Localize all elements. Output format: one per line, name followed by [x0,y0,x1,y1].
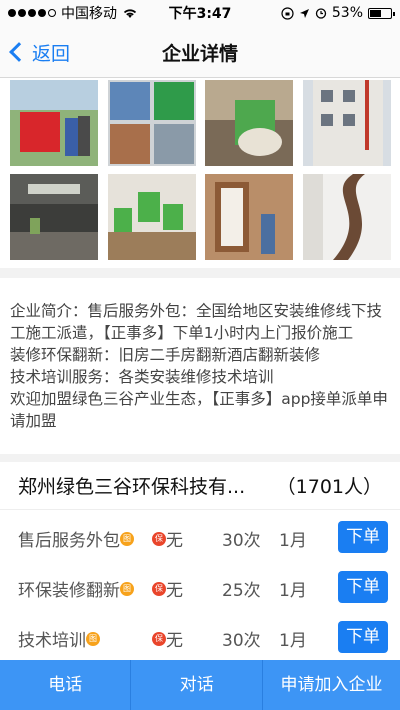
member-count: （1701人） [276,476,382,498]
battery-fill [370,9,381,17]
image-badge-icon: 图 [86,632,100,646]
photo-thumbnail[interactable] [205,80,293,166]
battery-percent: 53% [331,5,363,21]
company-card: 郑州绿色三谷环保科技有... （1701人） 售后服务外包图 保无 30次 1月… [0,462,400,662]
photo-thumbnail[interactable] [205,174,293,260]
image-badge-icon: 图 [120,582,134,596]
photo-thumbnail[interactable] [10,80,98,166]
service-guarantee: 保无 [152,526,183,551]
order-button[interactable]: 下单 [338,521,388,553]
signal-icon [8,9,56,17]
company-intro: 企业简介：售后服务外包：全国给地区安装维修线下技工施工派遣，【正事多】下单1小时… [0,278,400,454]
photo-thumbnail[interactable] [10,174,98,260]
service-name: 售后服务外包图 [18,526,134,551]
chat-button[interactable]: 对话 [131,660,263,710]
company-name: 郑州绿色三谷环保科技有... [18,476,246,498]
rotation-lock-icon [281,6,294,20]
photo-thumbnail[interactable] [303,174,391,260]
status-bar: 中国移动 下午3:47 53% [0,0,400,26]
service-count: 30次 [222,531,261,551]
service-guarantee: 保无 [152,626,183,651]
status-right: 53% [281,5,395,21]
photo-thumbnail[interactable] [108,80,196,166]
image-badge-icon: 图 [120,532,134,546]
location-arrow-icon [299,8,309,18]
order-button[interactable]: 下单 [338,571,388,603]
nav-bar: 返回 企业详情 [0,26,400,78]
guarantee-badge-icon: 保 [152,632,166,646]
carrier-label: 中国移动 [61,6,117,22]
guarantee-badge-icon: 保 [152,582,166,596]
bottom-action-bar: 电话 对话 申请加入企业 [0,660,400,710]
phone-button[interactable]: 电话 [0,660,132,710]
photo-thumbnail[interactable] [303,80,391,166]
service-period: 1月 [279,581,307,601]
intro-line: 装修环保翻新：旧房二手房翻新酒店翻新装修 [10,346,321,364]
service-row: 技术培训图 保无 30次 1月 下单 [0,612,400,662]
service-row: 环保装修翻新图 保无 25次 1月 下单 [0,562,400,612]
service-guarantee: 保无 [152,576,183,601]
intro-line: 欢迎加盟绿色三谷产业生态，【正事多】app接单派单申请加盟 [10,390,388,430]
battery-icon [368,7,395,19]
guarantee-badge-icon: 保 [152,532,166,546]
photo-gallery [0,78,400,268]
service-period: 1月 [279,531,307,551]
service-row: 售后服务外包图 保无 30次 1月 下单 [0,512,400,562]
wifi-icon [123,9,137,18]
status-left: 中国移动 [8,3,138,23]
service-count: 30次 [222,631,261,651]
company-header[interactable]: 郑州绿色三谷环保科技有... （1701人） [0,462,400,510]
service-count: 25次 [222,581,261,601]
service-name: 技术培训图 [18,626,100,651]
intro-line: 企业简介：售后服务外包：全国给地区安装维修线下技工施工派遣，【正事多】下单1小时… [10,302,383,342]
page-title: 企业详情 [161,43,238,65]
service-name: 环保装修翻新图 [18,576,134,601]
photo-thumbnail[interactable] [108,174,196,260]
join-company-button[interactable]: 申请加入企业 [263,660,400,710]
intro-line: 技术培训服务：各类安装维修技术培训 [10,368,274,386]
order-button[interactable]: 下单 [338,621,388,653]
alarm-icon [315,8,327,19]
service-period: 1月 [279,631,307,651]
